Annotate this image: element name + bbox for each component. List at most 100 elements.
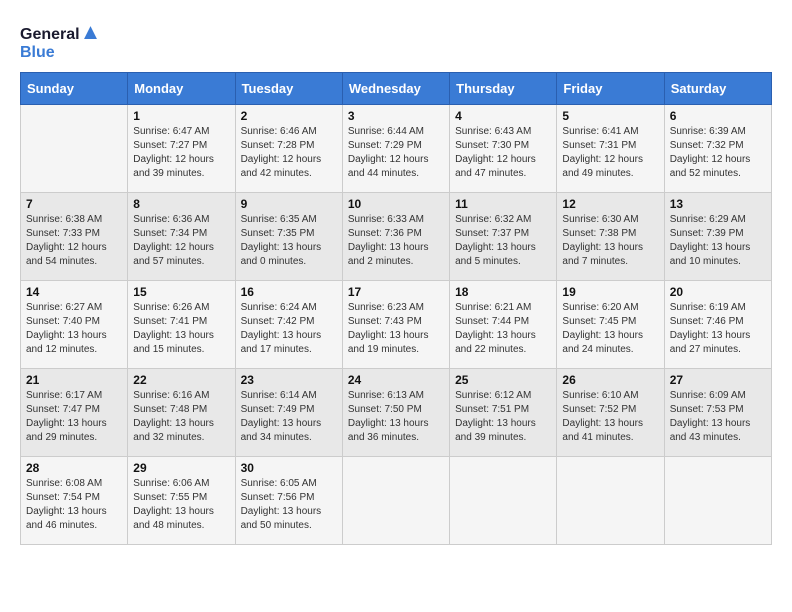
day-of-week-sunday: Sunday	[21, 72, 128, 104]
day-number: 18	[455, 285, 551, 299]
day-info: Sunrise: 6:27 AMSunset: 7:40 PMDaylight:…	[26, 301, 122, 357]
week-row-2: 7 Sunrise: 6:38 AMSunset: 7:33 PMDaylight…	[21, 192, 772, 280]
day-info: Sunrise: 6:33 AMSunset: 7:36 PMDaylight:…	[348, 213, 444, 269]
calendar-body: 1 Sunrise: 6:47 AMSunset: 7:27 PMDaylight…	[21, 104, 772, 544]
logo: General▲ Blue	[20, 20, 101, 62]
day-info: Sunrise: 6:44 AMSunset: 7:29 PMDaylight:…	[348, 125, 444, 181]
day-number: 6	[670, 109, 766, 123]
calendar-cell: 10 Sunrise: 6:33 AMSunset: 7:36 PMDayligh…	[342, 192, 449, 280]
calendar-cell: 20 Sunrise: 6:19 AMSunset: 7:46 PMDayligh…	[664, 280, 771, 368]
logo-text: General▲ Blue	[20, 20, 101, 62]
day-info: Sunrise: 6:08 AMSunset: 7:54 PMDaylight:…	[26, 477, 122, 533]
day-number: 16	[241, 285, 337, 299]
day-of-week-tuesday: Tuesday	[235, 72, 342, 104]
calendar: SundayMondayTuesdayWednesdayThursdayFrid…	[20, 72, 772, 545]
day-number: 2	[241, 109, 337, 123]
calendar-cell: 22Sunrise: 6:16 AMSunset: 7:48 PMDayligh…	[128, 368, 235, 456]
day-number: 30	[241, 461, 337, 475]
day-number: 11	[455, 197, 551, 211]
calendar-cell	[21, 104, 128, 192]
day-number: 20	[670, 285, 766, 299]
day-number: 4	[455, 109, 551, 123]
day-number: 19	[562, 285, 658, 299]
day-number: 9	[241, 197, 337, 211]
calendar-cell: 5Sunrise: 6:41 AMSunset: 7:31 PMDaylight…	[557, 104, 664, 192]
day-info: Sunrise: 6:21 AMSunset: 7:44 PMDaylight:…	[455, 301, 551, 357]
day-number: 10	[348, 197, 444, 211]
day-info: Sunrise: 6:30 AMSunset: 7:38 PMDaylight:…	[562, 213, 658, 269]
calendar-cell: 8Sunrise: 6:36 AMSunset: 7:34 PMDaylight…	[128, 192, 235, 280]
calendar-header: SundayMondayTuesdayWednesdayThursdayFrid…	[21, 72, 772, 104]
day-number: 1	[133, 109, 229, 123]
calendar-cell: 24Sunrise: 6:13 AMSunset: 7:50 PMDayligh…	[342, 368, 449, 456]
day-info: Sunrise: 6:46 AMSunset: 7:28 PMDaylight:…	[241, 125, 337, 181]
day-info: Sunrise: 6:32 AMSunset: 7:37 PMDaylight:…	[455, 213, 551, 269]
day-info: Sunrise: 6:16 AMSunset: 7:48 PMDaylight:…	[133, 389, 229, 445]
day-number: 28	[26, 461, 122, 475]
day-of-week-wednesday: Wednesday	[342, 72, 449, 104]
calendar-cell: 23 Sunrise: 6:14 AMSunset: 7:49 PMDayligh…	[235, 368, 342, 456]
day-number: 21	[26, 373, 122, 387]
day-of-week-friday: Friday	[557, 72, 664, 104]
calendar-cell: 25 Sunrise: 6:12 AMSunset: 7:51 PMDayligh…	[450, 368, 557, 456]
day-number: 25	[455, 373, 551, 387]
calendar-cell: 28 Sunrise: 6:08 AMSunset: 7:54 PMDayligh…	[21, 456, 128, 544]
days-of-week-row: SundayMondayTuesdayWednesdayThursdayFrid…	[21, 72, 772, 104]
day-info: Sunrise: 6:14 AMSunset: 7:49 PMDaylight:…	[241, 389, 337, 445]
day-of-week-thursday: Thursday	[450, 72, 557, 104]
day-number: 29	[133, 461, 229, 475]
calendar-cell: 17 Sunrise: 6:23 AMSunset: 7:43 PMDayligh…	[342, 280, 449, 368]
calendar-cell: 7 Sunrise: 6:38 AMSunset: 7:33 PMDaylight…	[21, 192, 128, 280]
calendar-cell: 21 Sunrise: 6:17 AMSunset: 7:47 PMDayligh…	[21, 368, 128, 456]
day-info: Sunrise: 6:12 AMSunset: 7:51 PMDaylight:…	[455, 389, 551, 445]
day-info: Sunrise: 6:24 AMSunset: 7:42 PMDaylight:…	[241, 301, 337, 357]
calendar-cell: 29 Sunrise: 6:06 AMSunset: 7:55 PMDayligh…	[128, 456, 235, 544]
day-number: 24	[348, 373, 444, 387]
day-of-week-monday: Monday	[128, 72, 235, 104]
day-number: 7	[26, 197, 122, 211]
day-number: 17	[348, 285, 444, 299]
day-number: 27	[670, 373, 766, 387]
day-number: 15	[133, 285, 229, 299]
day-info: Sunrise: 6:09 AMSunset: 7:53 PMDaylight:…	[670, 389, 766, 445]
calendar-cell	[450, 456, 557, 544]
day-info: Sunrise: 6:05 AMSunset: 7:56 PMDaylight:…	[241, 477, 337, 533]
calendar-cell: 18 Sunrise: 6:21 AMSunset: 7:44 PMDayligh…	[450, 280, 557, 368]
day-of-week-saturday: Saturday	[664, 72, 771, 104]
calendar-cell: 16 Sunrise: 6:24 AMSunset: 7:42 PMDayligh…	[235, 280, 342, 368]
day-info: Sunrise: 6:17 AMSunset: 7:47 PMDaylight:…	[26, 389, 122, 445]
day-number: 26	[562, 373, 658, 387]
day-number: 14	[26, 285, 122, 299]
calendar-cell: 9 Sunrise: 6:35 AMSunset: 7:35 PMDaylight…	[235, 192, 342, 280]
calendar-cell: 13Sunrise: 6:29 AMSunset: 7:39 PMDayligh…	[664, 192, 771, 280]
calendar-cell: 1 Sunrise: 6:47 AMSunset: 7:27 PMDaylight…	[128, 104, 235, 192]
day-info: Sunrise: 6:35 AMSunset: 7:35 PMDaylight:…	[241, 213, 337, 269]
day-info: Sunrise: 6:36 AMSunset: 7:34 PMDaylight:…	[133, 213, 229, 269]
calendar-cell: 30 Sunrise: 6:05 AMSunset: 7:56 PMDayligh…	[235, 456, 342, 544]
day-number: 23	[241, 373, 337, 387]
day-info: Sunrise: 6:47 AMSunset: 7:27 PMDaylight:…	[133, 125, 229, 181]
week-row-3: 14 Sunrise: 6:27 AMSunset: 7:40 PMDayligh…	[21, 280, 772, 368]
week-row-1: 1 Sunrise: 6:47 AMSunset: 7:27 PMDaylight…	[21, 104, 772, 192]
calendar-cell	[557, 456, 664, 544]
calendar-cell: 15 Sunrise: 6:26 AMSunset: 7:41 PMDayligh…	[128, 280, 235, 368]
day-info: Sunrise: 6:39 AMSunset: 7:32 PMDaylight:…	[670, 125, 766, 181]
calendar-cell: 19Sunrise: 6:20 AMSunset: 7:45 PMDayligh…	[557, 280, 664, 368]
calendar-cell: 6 Sunrise: 6:39 AMSunset: 7:32 PMDaylight…	[664, 104, 771, 192]
day-info: Sunrise: 6:43 AMSunset: 7:30 PMDaylight:…	[455, 125, 551, 181]
calendar-cell: 14 Sunrise: 6:27 AMSunset: 7:40 PMDayligh…	[21, 280, 128, 368]
calendar-cell: 3 Sunrise: 6:44 AMSunset: 7:29 PMDaylight…	[342, 104, 449, 192]
day-number: 12	[562, 197, 658, 211]
day-info: Sunrise: 6:19 AMSunset: 7:46 PMDaylight:…	[670, 301, 766, 357]
week-row-4: 21 Sunrise: 6:17 AMSunset: 7:47 PMDayligh…	[21, 368, 772, 456]
day-info: Sunrise: 6:26 AMSunset: 7:41 PMDaylight:…	[133, 301, 229, 357]
day-info: Sunrise: 6:06 AMSunset: 7:55 PMDaylight:…	[133, 477, 229, 533]
day-info: Sunrise: 6:23 AMSunset: 7:43 PMDaylight:…	[348, 301, 444, 357]
day-info: Sunrise: 6:29 AMSunset: 7:39 PMDaylight:…	[670, 213, 766, 269]
calendar-cell: 12 Sunrise: 6:30 AMSunset: 7:38 PMDayligh…	[557, 192, 664, 280]
day-info: Sunrise: 6:38 AMSunset: 7:33 PMDaylight:…	[26, 213, 122, 269]
calendar-cell	[664, 456, 771, 544]
day-number: 3	[348, 109, 444, 123]
calendar-cell: 4 Sunrise: 6:43 AMSunset: 7:30 PMDaylight…	[450, 104, 557, 192]
calendar-cell	[342, 456, 449, 544]
